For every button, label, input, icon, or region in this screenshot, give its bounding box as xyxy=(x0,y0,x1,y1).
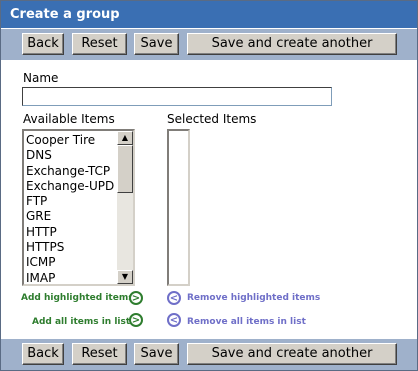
save-button[interactable]: Save xyxy=(134,343,179,365)
available-items-scrollbar[interactable]: ▲ ▼ xyxy=(117,131,133,284)
save-button[interactable]: Save xyxy=(134,33,179,55)
save-and-create-another-button[interactable]: Save and create another xyxy=(187,343,397,365)
scroll-down-icon[interactable]: ▼ xyxy=(117,270,133,284)
available-items-container: Cooper Tire DNS Exchange-TCP Exchange-UPD FT… xyxy=(26,133,118,284)
bottom-toolbar: Back Reset Save Save and create another xyxy=(1,339,417,370)
list-item[interactable]: GRE xyxy=(26,209,118,224)
add-all-link[interactable]: Add all items in list xyxy=(32,317,130,327)
list-item[interactable]: Exchange-TCP xyxy=(26,164,118,179)
available-items-list[interactable]: Cooper Tire DNS Exchange-TCP Exchange-UPD FT… xyxy=(22,129,135,286)
available-items-label: Available Items xyxy=(23,112,115,126)
arrow-right-circle-icon[interactable]: > xyxy=(129,313,143,327)
arrow-left-circle-icon[interactable]: < xyxy=(167,313,181,327)
remove-all-link[interactable]: Remove all items in list xyxy=(187,317,306,327)
list-item[interactable]: HTTPS xyxy=(26,240,118,255)
list-item[interactable]: Exchange-UPD xyxy=(26,179,118,194)
scroll-up-icon[interactable]: ▲ xyxy=(117,131,133,145)
list-item[interactable]: HTTP xyxy=(26,225,118,240)
name-label: Name xyxy=(23,71,59,85)
list-item[interactable]: DNS xyxy=(26,148,118,163)
list-item[interactable]: IMAP xyxy=(26,271,118,284)
selected-items-label: Selected Items xyxy=(167,112,257,126)
scroll-thumb[interactable] xyxy=(117,145,133,193)
selected-items-list[interactable] xyxy=(167,129,190,286)
add-highlighted-link[interactable]: Add highlighted items xyxy=(21,293,134,303)
back-button[interactable]: Back xyxy=(22,343,64,365)
list-item[interactable]: ICMP xyxy=(26,255,118,270)
dialog-window: Create a group Back Reset Save Save and … xyxy=(0,0,418,371)
top-toolbar: Back Reset Save Save and create another xyxy=(1,29,417,60)
list-item[interactable]: FTP xyxy=(26,194,118,209)
dialog-title: Create a group xyxy=(1,1,417,28)
arrow-right-circle-icon[interactable]: > xyxy=(129,291,143,305)
save-and-create-another-button[interactable]: Save and create another xyxy=(187,33,397,55)
list-item[interactable]: Cooper Tire xyxy=(26,133,118,148)
name-input[interactable] xyxy=(22,87,332,106)
reset-button[interactable]: Reset xyxy=(72,343,127,365)
back-button[interactable]: Back xyxy=(22,33,64,55)
arrow-left-circle-icon[interactable]: < xyxy=(167,291,181,305)
remove-highlighted-link[interactable]: Remove highlighted items xyxy=(187,293,320,303)
reset-button[interactable]: Reset xyxy=(72,33,127,55)
